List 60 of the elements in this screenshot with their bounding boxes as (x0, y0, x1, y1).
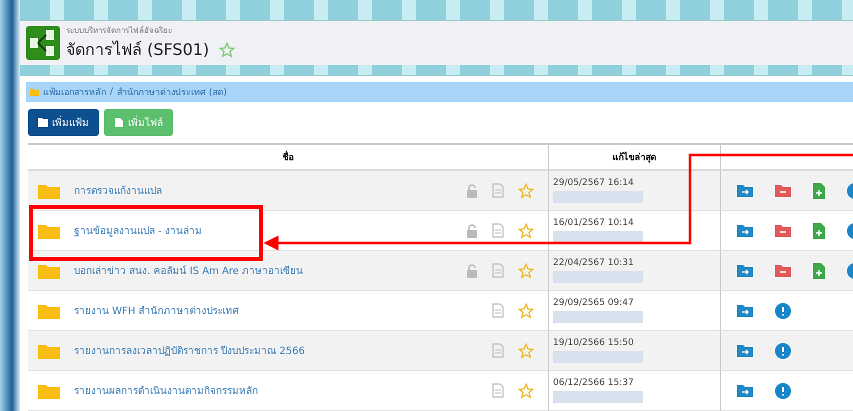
modified-date: 29/05/2567 16:14 (553, 178, 634, 188)
folder-icon (30, 88, 39, 96)
folder-link[interactable]: รายงาน WFH สำนักภาษาต่างประเทศ (74, 303, 478, 318)
folder-arrow-icon[interactable] (737, 304, 753, 317)
folder-minus-icon[interactable] (775, 224, 791, 237)
info-icon[interactable] (775, 382, 791, 398)
folder-minus-icon[interactable] (775, 184, 791, 197)
star-icon[interactable] (518, 262, 534, 278)
document-icon[interactable] (492, 183, 504, 198)
folder-link[interactable]: ฐานข้อมูลงานแปล - งานล่าม (74, 223, 452, 238)
add-folder-button[interactable]: เพิ่มแฟ้ม (28, 109, 99, 136)
modified-date: 29/09/2565 09:47 (553, 298, 634, 308)
document-icon[interactable] (492, 303, 504, 318)
info-icon[interactable] (775, 342, 791, 358)
breadcrumb-separator: / (110, 87, 114, 97)
folder-arrow-icon[interactable] (737, 264, 753, 277)
star-icon[interactable] (518, 302, 534, 318)
add-file-button[interactable]: เพิ่มไฟล์ (104, 109, 173, 136)
folder-icon (38, 382, 60, 398)
folder-minus-icon[interactable] (775, 264, 791, 277)
folder-arrow-icon[interactable] (737, 344, 753, 357)
document-icon[interactable] (492, 223, 504, 238)
folder-icon (38, 342, 60, 358)
modified-date: 22/04/2567 10:31 (553, 258, 634, 268)
system-subtitle: ระบบบริหารจัดการไฟล์อัจฉริยะ (66, 24, 173, 37)
folder-icon (38, 118, 48, 127)
folder-arrow-icon[interactable] (737, 184, 753, 197)
folder-icon (38, 222, 60, 238)
share-files-logo (26, 26, 60, 60)
document-icon[interactable] (492, 383, 504, 398)
star-icon[interactable] (518, 382, 534, 398)
file-plus-icon[interactable] (813, 262, 825, 278)
star-icon[interactable] (219, 42, 236, 58)
folder-link[interactable]: รายงานการลงเวลาปฏิบัติราชการ ปีงบประมาณ 2566 (74, 343, 478, 358)
file-plus-icon[interactable] (813, 222, 825, 238)
modified-date: 19/10/2566 15:50 (553, 338, 634, 348)
folder-link[interactable]: บอกเล่าข่าว สนง. คอลัมน์ IS Am Are ภาษาอาเซียน (74, 263, 452, 278)
lock-icon[interactable] (466, 224, 478, 238)
folder-link[interactable]: การตรวจแก้งานแปล (74, 183, 452, 198)
folder-icon (38, 302, 60, 318)
folder-icon (38, 182, 60, 198)
info-icon[interactable] (775, 302, 791, 318)
folder-icon (38, 262, 60, 278)
modified-date: 16/01/2567 10:14 (553, 218, 634, 228)
star-icon[interactable] (518, 182, 534, 198)
breadcrumb-link[interactable]: สำนักภาษาต่างประเทศ (สต) (117, 85, 227, 99)
file-plus-icon[interactable] (813, 182, 825, 198)
folder-arrow-icon[interactable] (737, 384, 753, 397)
file-icon (114, 118, 124, 127)
document-icon[interactable] (492, 343, 504, 358)
modified-date: 06/12/2566 15:37 (553, 378, 634, 388)
star-icon[interactable] (518, 342, 534, 358)
lock-icon[interactable] (466, 264, 478, 278)
document-icon[interactable] (492, 263, 504, 278)
breadcrumb-link[interactable]: แฟ้มเอกสารหลัก (43, 85, 106, 99)
page-title: จัดการไฟล์ (SFS01) (66, 39, 210, 61)
star-icon[interactable] (518, 222, 534, 238)
folder-link[interactable]: รายงานผลการดำเนินงานตามกิจกรรมหลัก (74, 383, 478, 398)
folder-arrow-icon[interactable] (737, 224, 753, 237)
lock-icon[interactable] (466, 184, 478, 198)
